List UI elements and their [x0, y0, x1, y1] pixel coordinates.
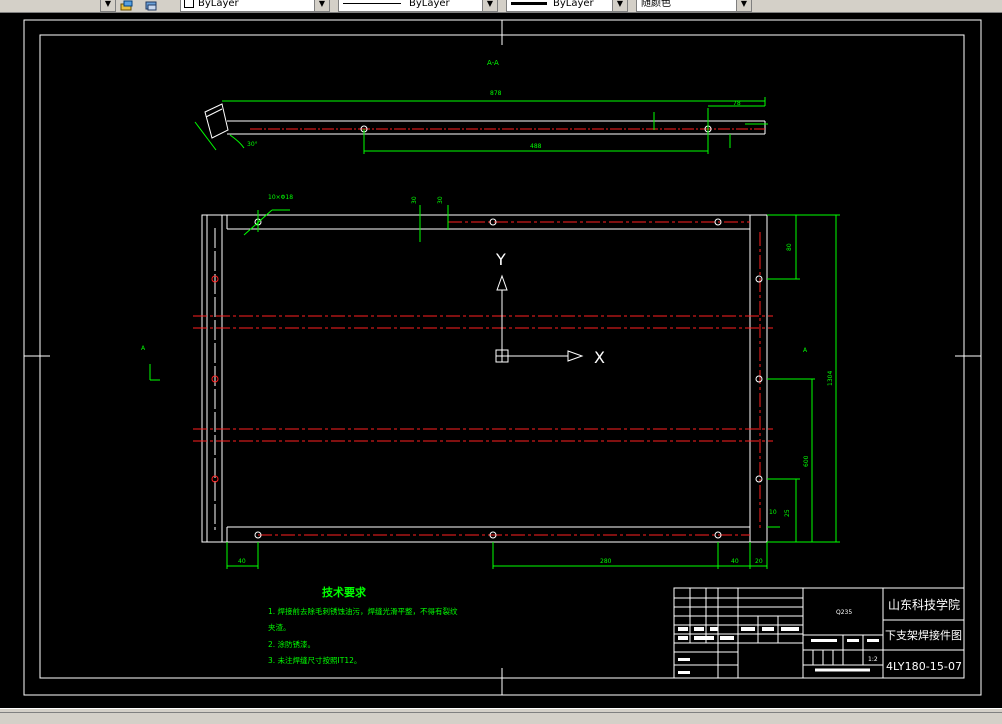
dim-plan-d1: 30 — [411, 196, 418, 204]
dim-right-mid: 600 — [803, 455, 810, 467]
title-company: 山东科技学院 — [888, 597, 960, 612]
view-a-label: A — [141, 345, 146, 352]
layer-states-icon[interactable] — [120, 0, 134, 11]
dim-bottom-mid: 280 — [600, 558, 612, 565]
dim-bottom-left: 40 — [238, 558, 246, 565]
plot-style-control-select[interactable]: 随颜色 — [636, 0, 742, 12]
dim-right-small1: 10 — [769, 509, 777, 516]
dropdown-arrow-icon[interactable]: ▼ — [100, 0, 116, 12]
dim-right-top: 80 — [786, 243, 793, 251]
lineweight-dropdown-arrow-icon[interactable]: ▼ — [612, 0, 628, 12]
section-view — [194, 97, 768, 154]
plan-view — [193, 205, 840, 569]
linetype-preview-icon — [343, 2, 401, 4]
lineweight-control-value: ByLayer — [553, 0, 594, 9]
dim-angle: 30° — [247, 141, 258, 148]
cad-drawing: A-A 878 78 488 30° 10×Φ18 30 30 80 1304 … — [23, 19, 982, 696]
dim-top-bottom: 488 — [530, 143, 542, 150]
plot-style-control-value: 随颜色 — [641, 0, 671, 9]
dim-bottom-right2: 20 — [755, 558, 763, 565]
color-control-value: ByLayer — [198, 0, 239, 9]
layer-previous-icon[interactable] — [144, 0, 158, 11]
notes-title: 技术要求 — [322, 585, 367, 599]
drawing-canvas[interactable]: A-A 878 78 488 30° 10×Φ18 30 30 80 1304 … — [0, 13, 1002, 708]
view-a-label-right: A — [803, 347, 808, 354]
properties-toolbar: ▼ ByLayer ▼ ByLayer ▼ ByLayer ▼ 随颜色 ▼ — [0, 0, 1002, 13]
dim-top-overall: 878 — [490, 90, 502, 97]
section-label: A-A — [487, 59, 499, 67]
ucs-icon — [495, 274, 584, 363]
dim-top-right: 78 — [733, 100, 741, 107]
dim-bottom-right1: 40 — [731, 558, 739, 565]
lineweight-control-select[interactable]: ByLayer — [506, 0, 615, 12]
ucs-y-label: Y — [495, 250, 506, 269]
note-3: 3. 未注焊缝尺寸按照IT12。 — [268, 655, 361, 665]
ucs-x-label: X — [594, 348, 605, 367]
dim-right-small2: 25 — [784, 509, 791, 517]
status-bar — [0, 708, 1002, 724]
dim-plan-d2: 30 — [437, 196, 444, 204]
color-dropdown-arrow-icon[interactable]: ▼ — [314, 0, 330, 12]
plot-style-dropdown-arrow-icon[interactable]: ▼ — [736, 0, 752, 12]
title-material: Q235 — [836, 609, 852, 616]
lineweight-preview-icon — [511, 1, 547, 5]
note-1-cont: 夹渣。 — [268, 622, 291, 632]
view-a-arrow — [149, 364, 160, 381]
title-scale: 1:2 — [868, 656, 878, 663]
dim-right-overall: 1304 — [827, 371, 834, 386]
linetype-control-value: ByLayer — [409, 0, 450, 9]
color-swatch-icon — [184, 0, 194, 8]
hole-note: 10×Φ18 — [268, 194, 293, 201]
title-part-name: 下支架焊接件图 — [885, 628, 962, 642]
color-control-select[interactable]: ByLayer — [180, 0, 317, 12]
linetype-control-select[interactable]: ByLayer — [338, 0, 485, 12]
note-1: 1. 焊接前去除毛刺锈蚀油污，焊缝光滑平整，不得有裂纹 — [268, 606, 458, 616]
linetype-dropdown-arrow-icon[interactable]: ▼ — [482, 0, 498, 12]
title-drawing-number: 4LY180-15-07 — [886, 660, 962, 673]
note-2: 2. 涂防锈漆。 — [268, 639, 315, 649]
